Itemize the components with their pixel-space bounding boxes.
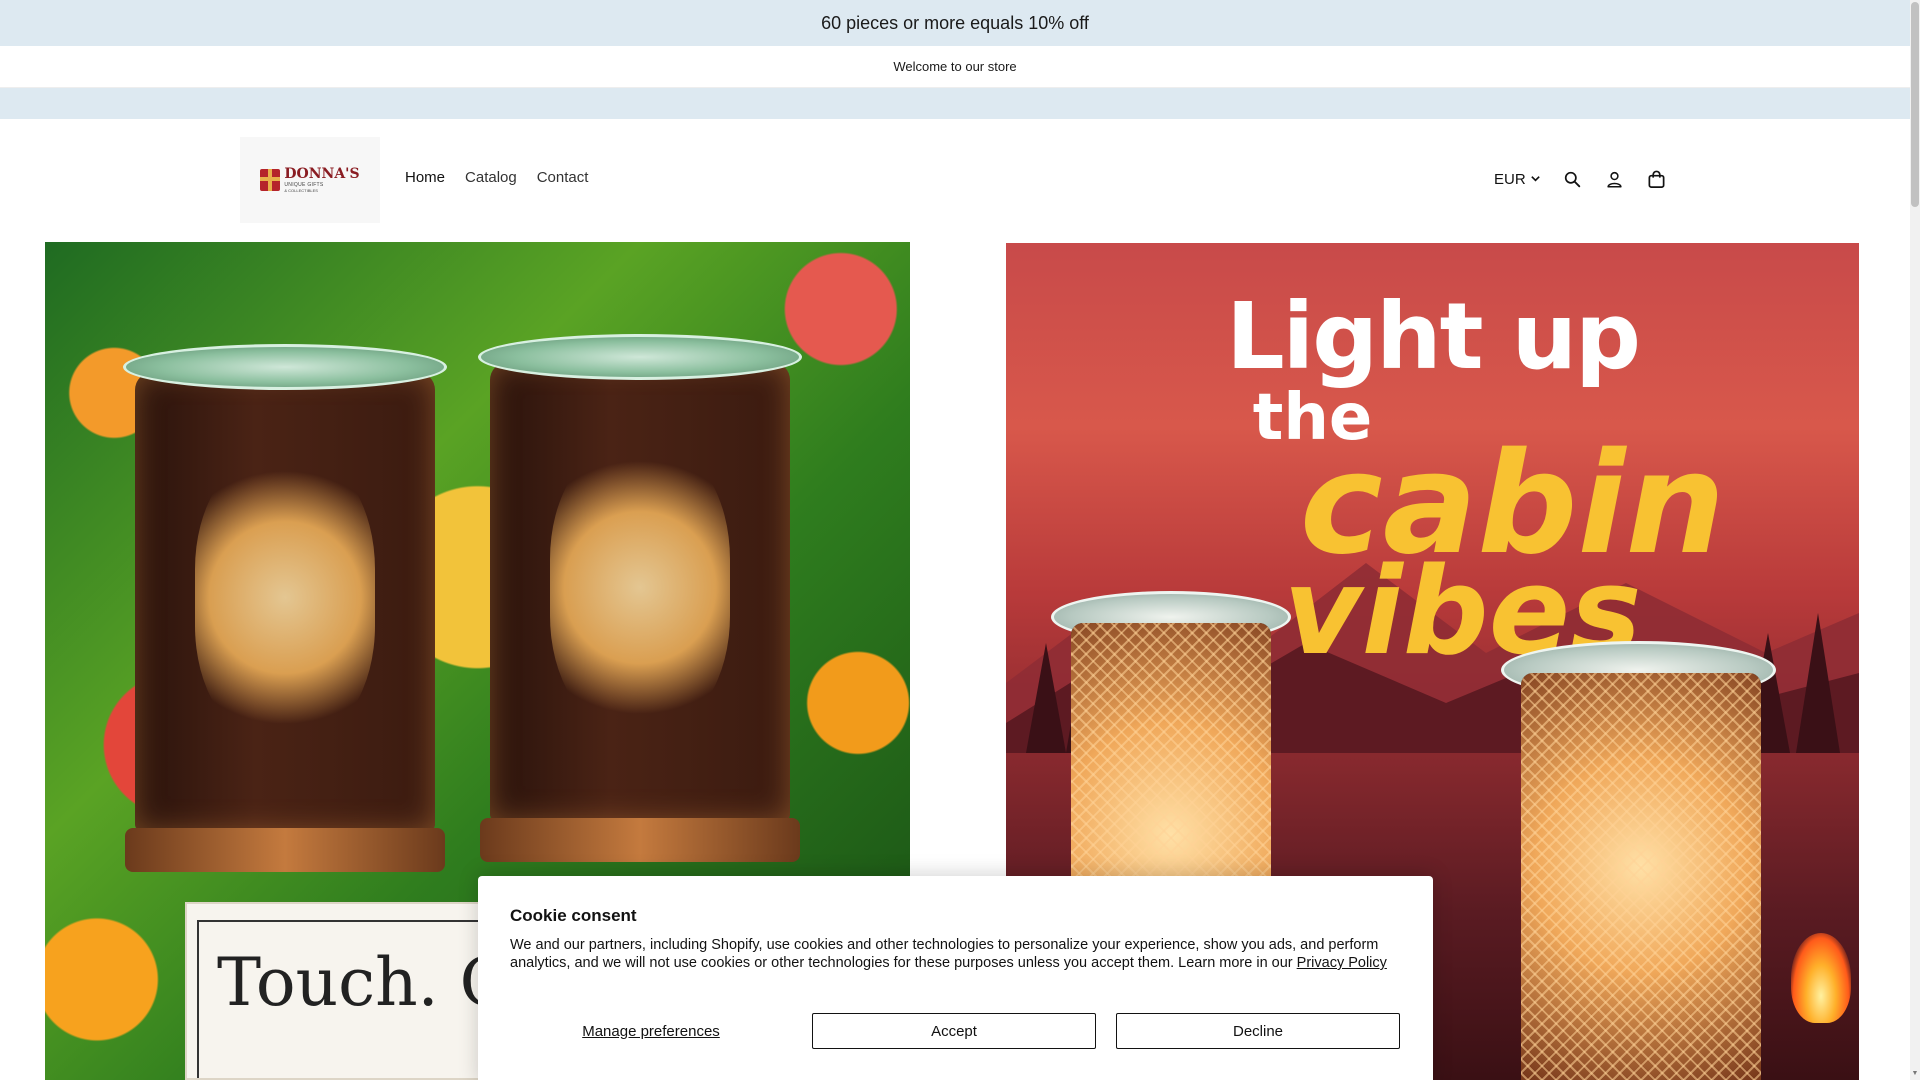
cookie-actions: Manage preferences Accept Decline — [510, 1013, 1400, 1049]
scrollbar-thumb[interactable] — [1911, 2, 1919, 207]
nav-contact[interactable]: Contact — [537, 169, 589, 186]
nav-catalog[interactable]: Catalog — [465, 169, 517, 186]
cookie-body: We and our partners, including Shopify, … — [510, 936, 1400, 972]
decorative-band — [0, 88, 1910, 119]
warmer-base — [125, 828, 445, 872]
warmer-dish — [478, 334, 802, 380]
account-icon[interactable] — [1605, 169, 1625, 189]
warmer-glow — [195, 454, 375, 740]
main-nav: Home Catalog Contact — [405, 169, 588, 186]
nav-home[interactable]: Home — [405, 169, 445, 186]
cookie-body-text: We and our partners, including Shopify, … — [510, 937, 1379, 971]
cookie-consent-banner: Cookie consent We and our partners, incl… — [478, 876, 1433, 1080]
warmer-base — [480, 818, 800, 862]
chevron-down-icon — [1530, 171, 1541, 188]
page-scrollbar[interactable]: ▼ — [1910, 0, 1920, 1080]
header-tools: EUR — [1494, 169, 1667, 189]
logo-main-text: DONNA'S — [284, 166, 360, 182]
wax-warmer-hummingbird — [123, 344, 447, 872]
warmer-lattice — [1521, 673, 1761, 1080]
store-logo[interactable]: DONNA'S UNIQUE GIFTS & COLLECTIBLES — [240, 137, 380, 223]
site-header: DONNA'S UNIQUE GIFTS & COLLECTIBLES Home… — [0, 119, 1910, 241]
privacy-policy-link[interactable]: Privacy Policy — [1297, 955, 1387, 971]
announcement-bar: 60 pieces or more equals 10% off — [0, 0, 1910, 46]
manage-preferences-button[interactable]: Manage preferences — [510, 1013, 792, 1049]
scroll-down-arrow-icon[interactable]: ▼ — [1911, 1070, 1919, 1078]
announcement-text: 60 pieces or more equals 10% off — [821, 12, 1089, 33]
cookie-title: Cookie consent — [510, 906, 637, 925]
welcome-text: Welcome to our store — [893, 59, 1017, 74]
campfire-right — [1791, 933, 1851, 1023]
search-icon[interactable] — [1563, 169, 1583, 189]
welcome-bar: Welcome to our store — [0, 46, 1910, 88]
logo-text: DONNA'S UNIQUE GIFTS & COLLECTIBLES — [284, 167, 359, 193]
hero-heading-line1: Light up — [1226, 283, 1641, 390]
logo-sub2-text: & COLLECTIBLES — [284, 188, 318, 193]
accept-button[interactable]: Accept — [812, 1013, 1096, 1049]
wax-warmer-maple-leaf — [1521, 673, 1761, 1080]
currency-label: EUR — [1494, 170, 1526, 188]
gift-icon — [260, 169, 281, 191]
decline-button[interactable]: Decline — [1116, 1013, 1400, 1049]
warmer-dish — [123, 344, 447, 390]
logo-mark: DONNA'S UNIQUE GIFTS & COLLECTIBLES — [260, 167, 360, 193]
warmer-glow — [550, 444, 730, 730]
cart-icon[interactable] — [1647, 169, 1667, 189]
wax-warmer-dragonfly — [478, 334, 802, 862]
currency-selector[interactable]: EUR — [1494, 171, 1541, 188]
